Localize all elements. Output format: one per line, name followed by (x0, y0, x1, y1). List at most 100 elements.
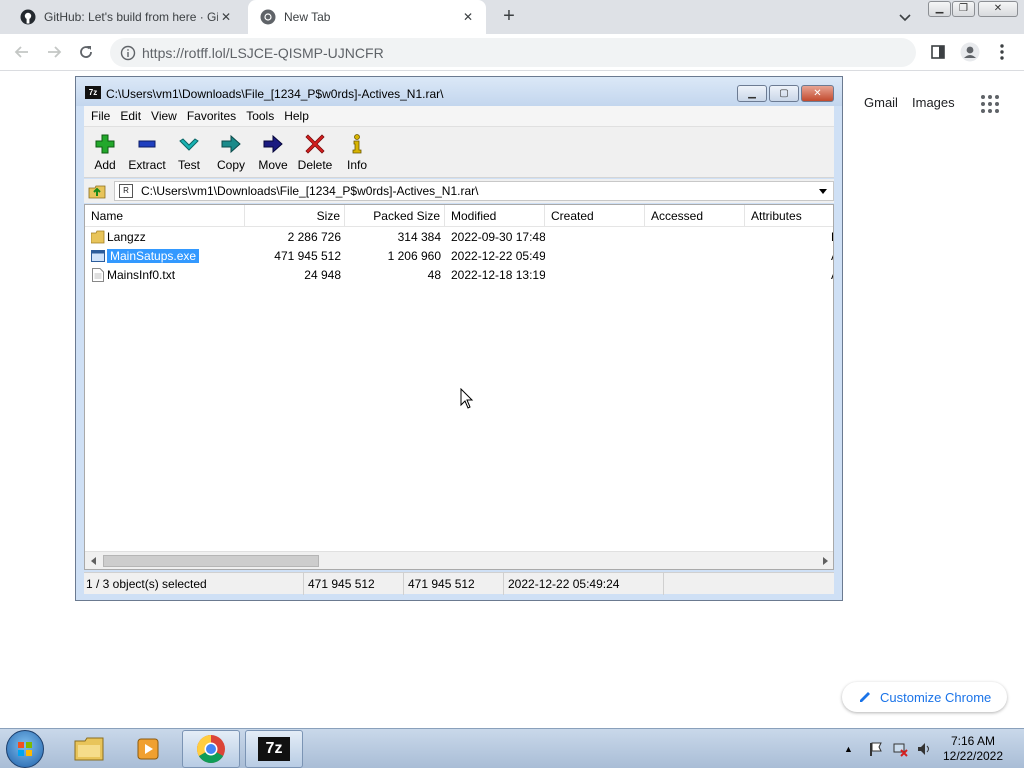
sevenzip-titlebar[interactable]: 7z C:\Users\vm1\Downloads\File_[1234_P$w… (76, 77, 842, 106)
file-list: Name Size Packed Size Modified Created A… (84, 204, 834, 570)
site-info-icon[interactable] (120, 45, 136, 61)
more-menu-icon[interactable] (992, 42, 1012, 62)
column-created[interactable]: Created (545, 205, 645, 227)
system-tray: ▲ (842, 729, 932, 769)
restore-window-button[interactable]: ❐ (952, 1, 975, 17)
column-attributes[interactable]: Attributes (745, 205, 833, 227)
extract-button[interactable]: Extract (126, 131, 168, 175)
file-size: 24 948 (304, 268, 341, 282)
start-button[interactable] (6, 730, 44, 768)
file-modified: 2022-12-22 05:49 (451, 249, 545, 263)
sevenzip-icon: 7z (258, 737, 290, 761)
exe-file-icon (91, 250, 105, 262)
status-size: 471 945 512 (304, 573, 404, 595)
scroll-right-icon[interactable] (823, 557, 828, 565)
chrome-icon (197, 735, 225, 763)
close-tab-icon[interactable]: ✕ (218, 9, 234, 25)
scroll-left-icon[interactable] (91, 557, 96, 565)
info-button[interactable]: Info (336, 131, 378, 175)
scrollbar-thumb[interactable] (103, 555, 319, 567)
taskbar-media-player[interactable] (120, 730, 178, 768)
new-tab-plus-icon[interactable]: + (498, 6, 520, 28)
network-disconnected-icon[interactable] (892, 741, 908, 757)
archive-icon: R (119, 184, 133, 198)
forward-arrow-icon[interactable] (44, 42, 64, 62)
path-dropdown-icon[interactable] (819, 189, 827, 194)
info-icon (352, 134, 362, 154)
folder-icon (91, 230, 105, 244)
tab-new-tab[interactable]: New Tab ✕ (248, 0, 486, 34)
minimize-button[interactable]: ▁ (737, 85, 767, 102)
move-arrow-icon (263, 134, 283, 154)
file-packed-size: 314 384 (397, 230, 441, 244)
google-apps-icon[interactable] (980, 94, 1000, 114)
file-row[interactable]: Langzz 2 286 726 314 384 2022-09-30 17:4… (85, 228, 833, 247)
menu-edit[interactable]: Edit (120, 109, 141, 123)
menu-view[interactable]: View (151, 109, 177, 123)
menu-help[interactable]: Help (284, 109, 309, 123)
file-attributes: D (831, 228, 833, 247)
media-player-icon (137, 738, 159, 760)
menu-tools[interactable]: Tools (246, 109, 274, 123)
file-attributes: A (831, 266, 833, 285)
mouse-cursor-icon (460, 388, 474, 409)
test-button[interactable]: Test (168, 131, 210, 175)
horizontal-scrollbar[interactable] (85, 551, 833, 569)
url-text: https://rotff.lol/LSJCE-QISMP-UJNCFR (142, 45, 384, 61)
browser-toolbar: https://rotff.lol/LSJCE-QISMP-UJNCFR (0, 34, 1024, 71)
column-packed-size[interactable]: Packed Size (345, 205, 445, 227)
customize-chrome-label: Customize Chrome (880, 689, 992, 705)
column-size[interactable]: Size (245, 205, 345, 227)
file-name: MainSatups.exe (107, 249, 200, 263)
sevenzip-address-row: R C:\Users\vm1\Downloads\File_[1234_P$w0… (84, 179, 834, 203)
taskbar-explorer[interactable] (60, 730, 118, 768)
profile-avatar-icon[interactable] (960, 42, 980, 62)
delete-x-icon (305, 134, 325, 154)
status-selection: 1 / 3 object(s) selected (84, 573, 304, 595)
maximize-button[interactable]: ▢ (769, 85, 799, 102)
address-bar[interactable]: https://rotff.lol/LSJCE-QISMP-UJNCFR (110, 38, 916, 67)
back-arrow-icon[interactable] (12, 42, 32, 62)
column-accessed[interactable]: Accessed (645, 205, 745, 227)
add-button[interactable]: Add (84, 131, 126, 175)
volume-icon[interactable] (916, 741, 932, 757)
folder-up-icon[interactable] (88, 182, 106, 200)
sevenzip-window: 7z C:\Users\vm1\Downloads\File_[1234_P$w… (75, 76, 843, 601)
close-button[interactable]: ✕ (801, 85, 834, 102)
show-hidden-icons-icon[interactable]: ▲ (844, 744, 858, 754)
copy-label: Copy (216, 158, 245, 172)
file-name: Langzz (107, 230, 146, 244)
chevron-down-icon[interactable] (896, 8, 914, 26)
images-link[interactable]: Images (912, 95, 955, 110)
path-field[interactable]: R C:\Users\vm1\Downloads\File_[1234_P$w0… (114, 181, 834, 201)
action-center-flag-icon[interactable] (868, 741, 884, 757)
column-modified[interactable]: Modified (445, 205, 545, 227)
taskbar-clock[interactable]: 7:16 AM 12/22/2022 (938, 734, 1008, 764)
delete-button[interactable]: Delete (294, 131, 336, 175)
taskbar-7zip[interactable]: 7z (245, 730, 303, 768)
gmail-link[interactable]: Gmail (864, 95, 898, 110)
window-title: C:\Users\vm1\Downloads\File_[1234_P$w0rd… (106, 87, 444, 101)
tab-title: New Tab (284, 10, 331, 24)
menu-favorites[interactable]: Favorites (187, 109, 236, 123)
extract-label: Extract (128, 158, 166, 172)
side-panel-icon[interactable] (928, 42, 948, 62)
reload-icon[interactable] (76, 42, 96, 62)
close-tab-icon[interactable]: ✕ (460, 9, 476, 25)
clock-time: 7:16 AM (950, 734, 996, 748)
status-bar: 1 / 3 object(s) selected 471 945 512 471… (84, 572, 834, 595)
customize-chrome-button[interactable]: Customize Chrome (842, 682, 1007, 712)
menu-file[interactable]: File (91, 109, 110, 123)
minimize-window-button[interactable]: ▁ (928, 1, 951, 17)
column-name[interactable]: Name (85, 205, 245, 227)
taskbar-chrome[interactable] (182, 730, 240, 768)
close-window-button[interactable]: ✕ (978, 1, 1018, 17)
file-row-selected[interactable]: MainSatups.exe 471 945 512 1 206 960 202… (85, 247, 833, 266)
tab-strip: GitHub: Let's build from here · GitHub ✕… (0, 0, 1024, 34)
copy-button[interactable]: Copy (210, 131, 252, 175)
file-packed-size: 1 206 960 (387, 249, 441, 263)
file-row[interactable]: MainsInf0.txt 24 948 48 2022-12-18 13:19… (85, 266, 833, 285)
move-button[interactable]: Move (252, 131, 294, 175)
tab-github[interactable]: GitHub: Let's build from here · GitHub ✕ (8, 0, 244, 34)
file-name: MainsInf0.txt (107, 268, 176, 282)
